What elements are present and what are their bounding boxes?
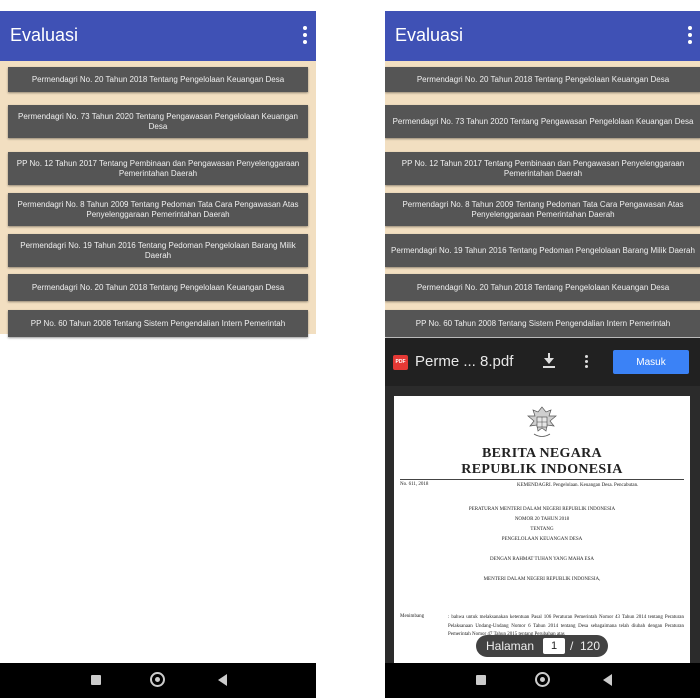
document-heading: BERITA NEGARA <box>482 446 602 461</box>
regulation-button[interactable]: Permendagri No. 8 Tahun 2009 Tentang Ped… <box>385 193 700 226</box>
regulation-button[interactable]: Permendagri No. 20 Tahun 2018 Tentang Pe… <box>8 274 308 301</box>
regulation-button[interactable]: PP No. 60 Tahun 2008 Tentang Sistem Peng… <box>8 310 308 337</box>
regulation-button[interactable]: PP No. 12 Tahun 2017 Tentang Pembinaan d… <box>8 152 308 185</box>
back-icon[interactable] <box>218 674 227 686</box>
document-blessing: DENGAN RAHMAT TUHAN YANG MAHA ESA <box>490 557 594 562</box>
document-ministry: KEMENDAGRI. Pengelolaan. Keuangan Desa. … <box>517 483 639 488</box>
document-minister: MENTERI DALAM NEGERI REPUBLIK INDONESIA, <box>483 577 601 582</box>
pdf-toolbar: PDF Perme ... 8.pdf Masuk <box>385 338 700 386</box>
page-number-input[interactable] <box>543 638 565 654</box>
regulation-button[interactable]: Permendagri No. 73 Tahun 2020 Tentang Pe… <box>385 105 700 138</box>
recent-apps-icon[interactable] <box>91 675 101 685</box>
system-nav-bar <box>385 663 700 698</box>
pdf-viewer: PDF Perme ... 8.pdf Masuk BERITA NEGARA … <box>385 338 700 663</box>
more-options-icon[interactable] <box>298 23 312 49</box>
consider-label: Menimbang <box>400 614 425 619</box>
recent-apps-icon[interactable] <box>476 675 486 685</box>
pdf-page[interactable]: BERITA NEGARA REPUBLIK INDONESIA No. 611… <box>394 396 690 663</box>
regulation-button[interactable]: PP No. 12 Tahun 2017 Tentang Pembinaan d… <box>385 152 700 185</box>
back-icon[interactable] <box>603 674 612 686</box>
regulation-button[interactable]: Permendagri No. 20 Tahun 2018 Tentang Pe… <box>385 67 700 92</box>
regulation-button[interactable]: Permendagri No. 73 Tahun 2020 Tentang Pe… <box>8 105 308 138</box>
pdf-file-name: Perme ... 8.pdf <box>415 353 514 370</box>
regulation-button[interactable]: PP No. 60 Tahun 2008 Tentang Sistem Peng… <box>385 310 700 337</box>
more-options-icon[interactable] <box>683 23 697 49</box>
total-pages: 120 <box>580 639 601 653</box>
app-bar: Evaluasi <box>385 11 700 61</box>
regulation-button[interactable]: Permendagri No. 20 Tahun 2018 Tentang Pe… <box>385 274 700 301</box>
regulation-about: TENTANG <box>530 527 554 532</box>
garuda-emblem-icon <box>527 406 557 437</box>
regulation-button[interactable]: Permendagri No. 19 Tahun 2016 Tentang Pe… <box>385 234 700 267</box>
regulation-button[interactable]: Permendagri No. 19 Tahun 2016 Tentang Pe… <box>8 234 308 267</box>
regulation-list: Permendagri No. 20 Tahun 2018 Tentang Pe… <box>0 61 316 337</box>
pdf-more-options-icon[interactable] <box>583 353 589 371</box>
pdf-file-icon: PDF <box>393 355 408 370</box>
sign-in-button[interactable]: Masuk <box>613 350 689 374</box>
divider <box>400 479 684 480</box>
phone-screen-list: Evaluasi Permendagri No. 20 Tahun 2018 T… <box>0 11 316 698</box>
phone-screen-pdf: Evaluasi Permendagri No. 20 Tahun 2018 T… <box>385 11 700 698</box>
app-bar: Evaluasi <box>0 11 316 61</box>
page-indicator: Halaman / 120 <box>476 635 608 657</box>
system-nav-bar <box>0 663 316 698</box>
app-title: Evaluasi <box>395 25 464 45</box>
home-icon[interactable] <box>150 672 165 687</box>
regulation-subject: PENGELOLAAN KEUANGAN DESA <box>501 537 583 542</box>
document-heading: REPUBLIK INDONESIA <box>461 462 623 477</box>
regulation-title: PERATURAN MENTERI DALAM NEGERI REPUBLIK … <box>468 507 616 512</box>
page-separator: / <box>570 639 574 653</box>
document-number: No. 611, 2018 <box>400 482 429 487</box>
regulation-button[interactable]: Permendagri No. 20 Tahun 2018 Tentang Pe… <box>8 67 308 92</box>
home-icon[interactable] <box>535 672 550 687</box>
download-icon[interactable] <box>541 352 557 370</box>
regulation-number: NOMOR 20 TAHUN 2018 <box>514 517 570 522</box>
regulation-button[interactable]: Permendagri No. 8 Tahun 2009 Tentang Ped… <box>8 193 308 226</box>
app-title: Evaluasi <box>10 25 79 45</box>
page-label: Halaman <box>486 639 535 653</box>
regulation-list: Permendagri No. 20 Tahun 2018 Tentang Pe… <box>385 61 700 337</box>
